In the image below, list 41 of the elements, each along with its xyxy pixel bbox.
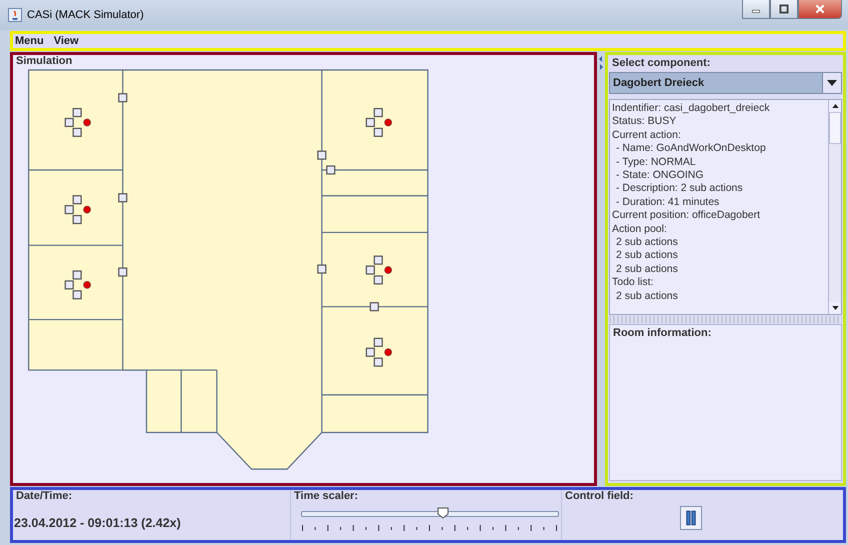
pause-button[interactable]	[680, 506, 702, 530]
splitter-handle[interactable]	[609, 316, 842, 323]
info-line: 2 sub actions	[615, 249, 679, 263]
panel-title: Simulation	[15, 55, 74, 67]
maximize-button[interactable]	[770, 0, 798, 19]
section-title: Control field:	[564, 490, 634, 502]
info-line: - Type: NORMAL	[615, 156, 697, 170]
info-line: - State: ONGOING	[615, 169, 705, 182]
window-title: CASi (MACK Simulator)	[27, 9, 144, 21]
date-time-value: 23.04.2012 - 09:01:13 (2.42x)	[13, 516, 182, 530]
close-icon	[814, 4, 826, 14]
section-title: Time scaler:	[293, 490, 360, 502]
info-line: Todo list:	[612, 276, 654, 290]
info-line: Action pool:	[612, 222, 668, 236]
info-line: 2 sub actions	[615, 236, 679, 250]
info-line: - Duration: 41 minutes	[615, 196, 720, 210]
info-line: Status: BUSY	[612, 115, 678, 129]
info-line: - Description: 2 sub actions	[615, 182, 744, 196]
info-line: Indentifier: casi_dagobert_dreieck	[612, 102, 771, 116]
pause-icon	[685, 510, 697, 526]
scrollbar[interactable]	[828, 100, 841, 314]
dropdown-arrow-icon	[827, 80, 837, 86]
info-line: 2 sub actions	[615, 290, 679, 304]
panel-title: Select component:	[611, 56, 712, 71]
info-line: Current position: officeDagobert	[612, 209, 762, 223]
menu-item[interactable]: Menu	[15, 35, 44, 47]
maximize-icon	[778, 4, 790, 14]
section-title: Date/Time:	[15, 490, 74, 502]
info-line: 2 sub actions	[615, 262, 679, 276]
panel-title: Room information:	[612, 326, 712, 339]
app-icon	[8, 8, 22, 22]
close-button[interactable]	[798, 0, 842, 19]
info-line: Current action:	[612, 128, 682, 142]
slider-thumb[interactable]	[436, 507, 449, 519]
info-line: - Name: GoAndWorkOnDesktop	[615, 142, 767, 156]
menu-item[interactable]: View	[54, 35, 79, 47]
minimize-button[interactable]	[742, 0, 770, 19]
scroll-thumb[interactable]	[829, 112, 841, 144]
scroll-down-icon	[832, 306, 838, 310]
scroll-up-icon	[832, 104, 838, 108]
component-dropdown[interactable]: Dagobert Dreieck	[609, 72, 842, 94]
